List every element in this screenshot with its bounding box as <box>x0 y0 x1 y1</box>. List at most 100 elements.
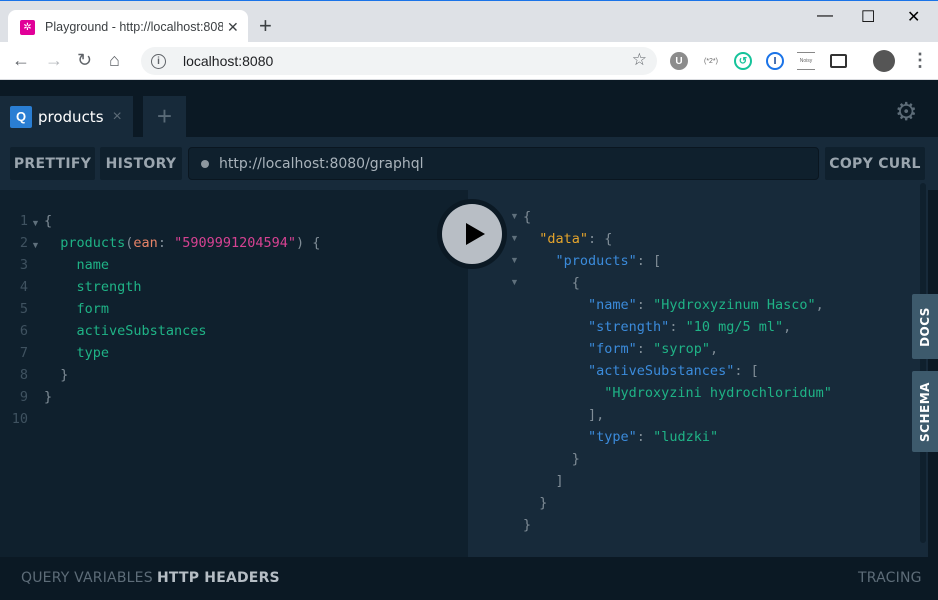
query-variables-tab[interactable]: QUERY VARIABLES <box>21 570 153 586</box>
result-token: "strength" <box>523 319 670 335</box>
profile-avatar[interactable] <box>873 50 895 72</box>
result-token: "products" <box>523 253 637 269</box>
browser-tab-title: Playground - http://localhost:8080 <box>45 20 223 34</box>
maximize-button[interactable]: ☐ <box>861 7 875 27</box>
query-token: { <box>44 213 53 229</box>
result-line: ] <box>523 470 832 492</box>
result-line: "Hydroxyzini hydrochloridum" <box>523 382 832 404</box>
query-token: activeSubstances <box>44 323 207 339</box>
result-line: "type": "ludzki" <box>523 426 832 448</box>
query-token: name <box>44 257 110 273</box>
result-line: { <box>523 206 832 228</box>
address-bar[interactable]: i localhost:8080 ☆ <box>141 47 657 75</box>
home-icon[interactable]: ⌂ <box>109 50 120 70</box>
query-editor[interactable]: 1 2 3 4 5 6 7 8 9 10 ▼ ▼ { products(ean: "5909991… <box>0 190 468 557</box>
browser-menu-icon[interactable]: ⋮ <box>911 50 929 70</box>
result-token: "form" <box>523 341 637 357</box>
result-token: "type" <box>523 429 637 445</box>
history-button[interactable]: HISTORY <box>100 147 182 180</box>
prettify-button[interactable]: PRETTIFY <box>10 147 95 180</box>
query-line <box>44 408 320 430</box>
extension-noisy-icon[interactable]: Noisy <box>797 52 815 70</box>
query-line: products(ean: "5909991204594") { <box>44 232 320 254</box>
fold-arrow-icon[interactable]: ▼ <box>510 277 519 287</box>
connection-status-dot <box>201 159 209 168</box>
forward-icon[interactable]: → <box>45 50 63 70</box>
close-window-button[interactable]: ✕ <box>907 7 920 27</box>
query-token: "5909991204594" <box>174 235 296 251</box>
query-line: { <box>44 210 320 232</box>
close-tab-icon[interactable]: ✕ <box>227 19 239 36</box>
onepassword-icon[interactable]: I <box>766 52 784 70</box>
query-line: strength <box>44 276 320 298</box>
query-tab[interactable]: Q products × <box>0 96 133 137</box>
fold-arrow-icon[interactable]: ▼ <box>510 211 519 221</box>
close-query-tab-icon[interactable]: × <box>113 108 122 126</box>
line-number: 5 <box>19 301 28 317</box>
url-text[interactable]: localhost:8080 <box>183 53 273 69</box>
result-token: : <box>636 341 654 357</box>
result-token: "syrop" <box>653 341 710 357</box>
result-token: : [ <box>636 253 662 269</box>
result-line: "form": "syrop", <box>523 338 832 360</box>
query-tab-label[interactable]: products <box>38 108 104 126</box>
endpoint-url[interactable]: http://localhost:8080/graphql <box>219 156 424 172</box>
result-line: ], <box>523 404 832 426</box>
result-token: : <box>669 319 686 335</box>
info-icon[interactable]: i <box>151 53 166 69</box>
minimize-button[interactable]: — <box>817 7 833 25</box>
fold-arrow-icon[interactable]: ▼ <box>31 218 40 228</box>
http-headers-tab[interactable]: HTTP HEADERS <box>157 570 280 586</box>
result-code: { "data": { "products": [ { "name": "Hyd… <box>523 206 832 536</box>
bookmark-star-icon[interactable]: ☆ <box>632 50 647 70</box>
play-icon <box>465 223 485 245</box>
add-tab-button[interactable]: + <box>143 96 186 137</box>
tracing-tab[interactable]: TRACING <box>858 570 922 586</box>
result-token: ], <box>523 407 605 423</box>
playground-toolbar: PRETTIFY HISTORY http://localhost:8080/g… <box>0 137 938 190</box>
browser-tab-strip: ✲ Playground - http://localhost:8080 ✕ +… <box>0 0 938 44</box>
line-number: 8 <box>19 367 28 383</box>
browser-toolbar: ← → ↻ ⌂ i localhost:8080 ☆ U (*2*) ↺ I N… <box>0 42 938 80</box>
settings-gear-icon[interactable]: ⚙ <box>895 97 917 127</box>
query-token: : <box>157 235 175 251</box>
result-line: } <box>523 448 832 470</box>
query-code[interactable]: { products(ean: "5909991204594") { name … <box>44 210 320 430</box>
new-tab-button[interactable]: + <box>259 14 272 38</box>
schema-tab[interactable]: SCHEMA <box>912 371 938 452</box>
extension-u-icon[interactable]: U <box>670 52 688 70</box>
schema-tab-label: SCHEMA <box>918 381 933 442</box>
browser-tab[interactable]: ✲ Playground - http://localhost:8080 ✕ <box>8 10 248 44</box>
run-query-button[interactable] <box>437 199 507 269</box>
docs-tab-label: DOCS <box>918 306 932 347</box>
result-scrollbar[interactable] <box>920 183 926 543</box>
result-token: : [ <box>734 363 759 379</box>
result-token: : <box>636 429 654 445</box>
query-line: activeSubstances <box>44 320 320 342</box>
result-line: { <box>523 272 832 294</box>
reload-icon[interactable]: ↻ <box>77 50 92 70</box>
query-line: form <box>44 298 320 320</box>
fold-arrow-icon[interactable]: ▼ <box>510 255 519 265</box>
back-icon[interactable]: ← <box>12 50 30 70</box>
line-number: 2 <box>19 235 28 251</box>
result-line: "strength": "10 mg/5 ml", <box>523 316 832 338</box>
line-number: 4 <box>19 279 28 295</box>
extension-face-icon[interactable]: (*2*) <box>700 52 722 70</box>
copy-curl-button[interactable]: COPY CURL <box>825 147 925 180</box>
result-token: "ludzki" <box>653 429 719 445</box>
picture-in-picture-icon[interactable] <box>830 54 847 68</box>
result-token: "activeSubstances" <box>523 363 735 379</box>
docs-tab[interactable]: DOCS <box>912 294 938 359</box>
result-viewer: ▼ ▼ ▼ ▼ { "data": { "products": [ { "nam… <box>468 190 928 557</box>
query-token: } <box>44 389 53 405</box>
grammarly-icon[interactable]: ↺ <box>734 52 752 70</box>
fold-arrow-icon[interactable]: ▼ <box>31 240 40 250</box>
fold-arrow-icon[interactable]: ▼ <box>510 233 519 243</box>
query-token: products <box>44 235 126 251</box>
result-token: : { <box>588 231 613 247</box>
result-token: "Hydroxyzinum Hasco" <box>653 297 816 313</box>
line-number: 10 <box>11 411 28 427</box>
endpoint-input[interactable]: http://localhost:8080/graphql <box>188 147 819 180</box>
query-line: } <box>44 364 320 386</box>
